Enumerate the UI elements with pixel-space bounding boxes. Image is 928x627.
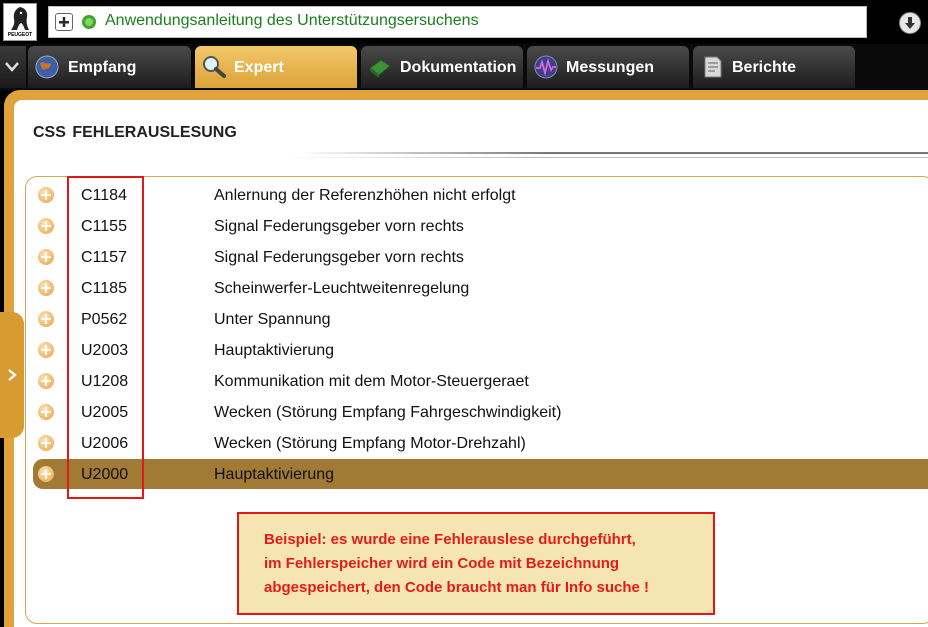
tab-label: Messungen [566,59,655,76]
expand-plus-icon[interactable] [38,342,54,358]
download-icon[interactable] [899,12,921,34]
expand-plus-icon[interactable] [38,435,54,451]
fault-row[interactable]: C1157 Signal Federungsgeber vorn rechts [33,242,928,272]
page-title: CSS FEHLERAUSLESUNG [33,124,237,141]
side-panel-toggle[interactable] [0,312,24,438]
fault-row[interactable]: C1185 Scheinwerfer-Leuchtweitenregelung [33,273,928,303]
title-divider-thin [280,157,928,158]
fault-description: Hauptaktivierung [214,342,335,359]
document-icon [704,56,722,78]
title-bar: Anwendungsanleitung des Unterstützungser… [48,6,867,38]
chevron-right-icon [8,369,17,381]
fault-row[interactable]: C1155 Signal Federungsgeber vorn rechts [33,211,928,241]
fault-description: Anlernung der Referenzhöhen nicht erfolg… [214,187,516,204]
brand-label: PEUGEOT [7,32,33,38]
fault-description: Wecken (Störung Empfang Motor-Drehzahl) [214,435,526,452]
status-ok-icon [82,15,96,29]
tab-expert[interactable]: Expert [195,46,357,88]
chevron-down-icon[interactable] [0,46,26,88]
fault-description: Signal Federungsgeber vorn rechts [214,218,464,235]
expand-plus-icon[interactable] [38,466,54,482]
expand-plus-icon[interactable] [38,187,54,203]
fault-description: Signal Federungsgeber vorn rechts [214,249,464,266]
globe-icon [35,55,59,79]
expand-plus-icon[interactable] [38,218,54,234]
annotation-note: Beispiel: es wurde eine Fehlerauslese du… [237,512,715,615]
main-tabs: Empfang Expert Dokumentation Messungen B… [0,44,928,90]
expand-plus-icon[interactable] [38,404,54,420]
fault-row[interactable]: U2005 Wecken (Störung Empfang Fahrgeschw… [33,397,928,427]
fault-description: Hauptaktivierung [214,466,335,483]
fault-description: Scheinwerfer-Leuchtweitenregelung [214,280,470,297]
tab-label: Empfang [68,59,137,76]
fault-row[interactable]: P0562 Unter Spannung [33,304,928,334]
fault-row[interactable]: U2006 Wecken (Störung Empfang Motor-Dreh… [33,428,928,458]
fault-description: Kommunikation mit dem Motor-Steuergeraet [214,373,529,390]
expand-plus-icon[interactable] [38,280,54,296]
tab-dokumentation[interactable]: Dokumentation [361,46,523,88]
tab-berichte[interactable]: Berichte [693,46,855,88]
expand-plus-icon[interactable] [38,373,54,389]
fault-description: Wecken (Störung Empfang Fahrgeschwindigk… [214,404,562,421]
fault-row[interactable]: C1184 Anlernung der Referenzhöhen nicht … [33,180,928,210]
expand-plus-icon[interactable] [38,311,54,327]
tab-messungen[interactable]: Messungen [527,46,689,88]
tab-label: Berichte [732,59,797,76]
tab-empfang[interactable]: Empfang [28,46,191,88]
magnifier-icon [203,56,226,78]
page-heading: Anwendungsanleitung des Unterstützungser… [105,12,479,29]
fault-row[interactable]: U1208 Kommunikation mit dem Motor-Steuer… [33,366,928,396]
expand-plus-icon[interactable] [38,249,54,265]
tab-label: Expert [234,59,284,76]
tab-label: Dokumentation [400,59,517,76]
fault-row-selected[interactable]: U2000 Hauptaktivierung [33,459,928,489]
peugeot-logo: PEUGEOT [3,3,37,41]
top-bar: PEUGEOT Anwendungsanleitung des Unterstü… [0,0,928,44]
waveform-icon [534,55,558,79]
note-line: Beispiel: es wurde eine Fehlerauslese du… [264,531,636,548]
fault-row[interactable]: U2003 Hauptaktivierung [33,335,928,365]
book-icon [369,59,391,78]
expand-plus-icon[interactable] [55,13,73,31]
code-column-highlight [67,176,144,499]
note-line: im Fehlerspeicher wird ein Code mit Beze… [264,555,620,572]
note-line: abgespeichert, den Code braucht man für … [264,579,650,596]
title-divider [300,152,928,154]
fault-description: Unter Spannung [214,311,331,328]
